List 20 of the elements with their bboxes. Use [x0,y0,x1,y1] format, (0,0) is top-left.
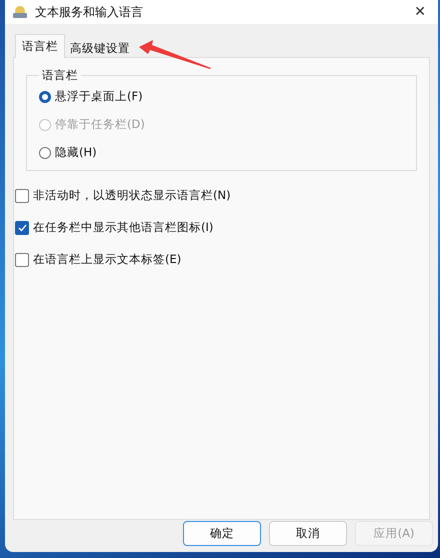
close-button[interactable]: ✕ [408,4,432,20]
radio-button[interactable] [39,146,51,158]
dialog-button[interactable]: 确定 [183,521,261,546]
dialog-button[interactable]: 取消 [269,521,347,546]
group-label: 语言栏 [41,68,79,83]
checkbox-label: 非活动时，以透明状态显示语言栏(N) [33,188,231,203]
radio-label: 悬浮于桌面上(F) [55,89,143,104]
radio-label: 停靠于任务栏(D) [55,117,145,132]
window-title: 文本服务和输入语言 [35,4,144,20]
radio-button[interactable] [39,90,51,102]
tab[interactable]: 高级键设置 [65,37,135,58]
checkbox-label: 在任务栏中显示其他语言栏图标(I) [33,220,214,235]
check-icon [18,224,26,232]
tab[interactable]: 语言栏 [15,34,65,58]
keyboard-globe-icon [12,5,28,19]
checkbox[interactable] [15,252,29,266]
radio-label: 隐藏(H) [55,145,97,160]
checkbox[interactable] [15,220,29,234]
checkbox-label: 在语言栏上显示文本标签(E) [33,252,182,267]
checkbox[interactable] [15,188,29,202]
